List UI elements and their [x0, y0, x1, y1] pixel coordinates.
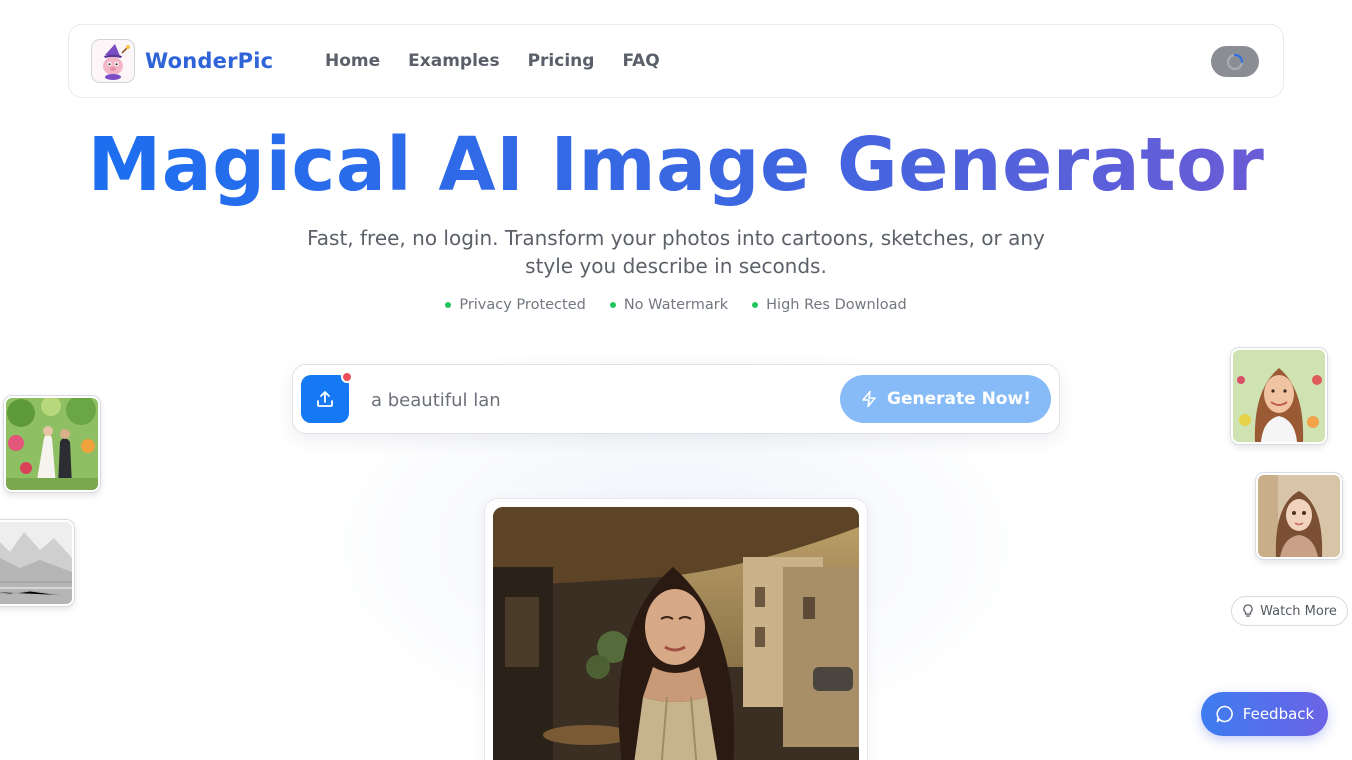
feedback-button[interactable]: Feedback [1201, 692, 1328, 736]
example-thumbnail-portrait-watercolor[interactable] [1231, 348, 1327, 444]
example-thumbnail-wedding[interactable] [4, 396, 100, 492]
main-nav: Home Examples Pricing FAQ [325, 51, 660, 71]
site-header: WonderPic Home Examples Pricing FAQ [68, 24, 1284, 98]
nav-home[interactable]: Home [325, 51, 380, 71]
feature-list: Privacy Protected No Watermark High Res … [0, 297, 1352, 313]
generate-button[interactable]: Generate Now! [840, 375, 1051, 423]
page-title: Magical AI Image Generator [87, 122, 1265, 208]
feature-label: Privacy Protected [459, 297, 586, 313]
feature-label: High Res Download [766, 297, 907, 313]
logo[interactable] [91, 39, 135, 83]
example-thumbnail-mountain-sketch[interactable] [0, 520, 74, 606]
lightbulb-icon [1243, 604, 1253, 617]
example-thumbnail-portrait-anime[interactable] [1256, 473, 1342, 559]
nav-faq[interactable]: FAQ [622, 51, 659, 71]
feature-item: High Res Download [752, 297, 907, 313]
result-image-card [484, 498, 868, 760]
upload-icon [317, 391, 333, 407]
watch-more-button[interactable]: Watch More [1231, 596, 1348, 626]
brand-name[interactable]: WonderPic [145, 49, 273, 73]
feedback-label: Feedback [1242, 705, 1315, 723]
chat-bubble-icon [1216, 705, 1233, 723]
loading-spinner-icon [1226, 53, 1244, 70]
hero-subtitle: Fast, free, no login. Transform your pho… [307, 226, 1045, 278]
feature-item: No Watermark [609, 297, 729, 313]
nav-examples[interactable]: Examples [408, 51, 499, 71]
nav-pricing[interactable]: Pricing [528, 51, 595, 71]
feature-item: Privacy Protected [445, 297, 586, 313]
result-image[interactable] [493, 507, 859, 760]
prompt-input[interactable] [371, 385, 831, 415]
upload-button[interactable] [301, 375, 349, 423]
feature-label: No Watermark [623, 297, 729, 313]
prompt-bar: Generate Now! [292, 364, 1060, 434]
status-dot-icon [445, 302, 452, 308]
watch-more-label: Watch More [1260, 603, 1337, 619]
status-dot-icon [752, 302, 759, 308]
status-dot-icon [609, 302, 616, 308]
notification-badge [341, 371, 353, 383]
generate-button-label: Generate Now! [887, 389, 1031, 409]
lightning-icon [862, 390, 876, 408]
user-menu-button[interactable] [1211, 46, 1259, 77]
